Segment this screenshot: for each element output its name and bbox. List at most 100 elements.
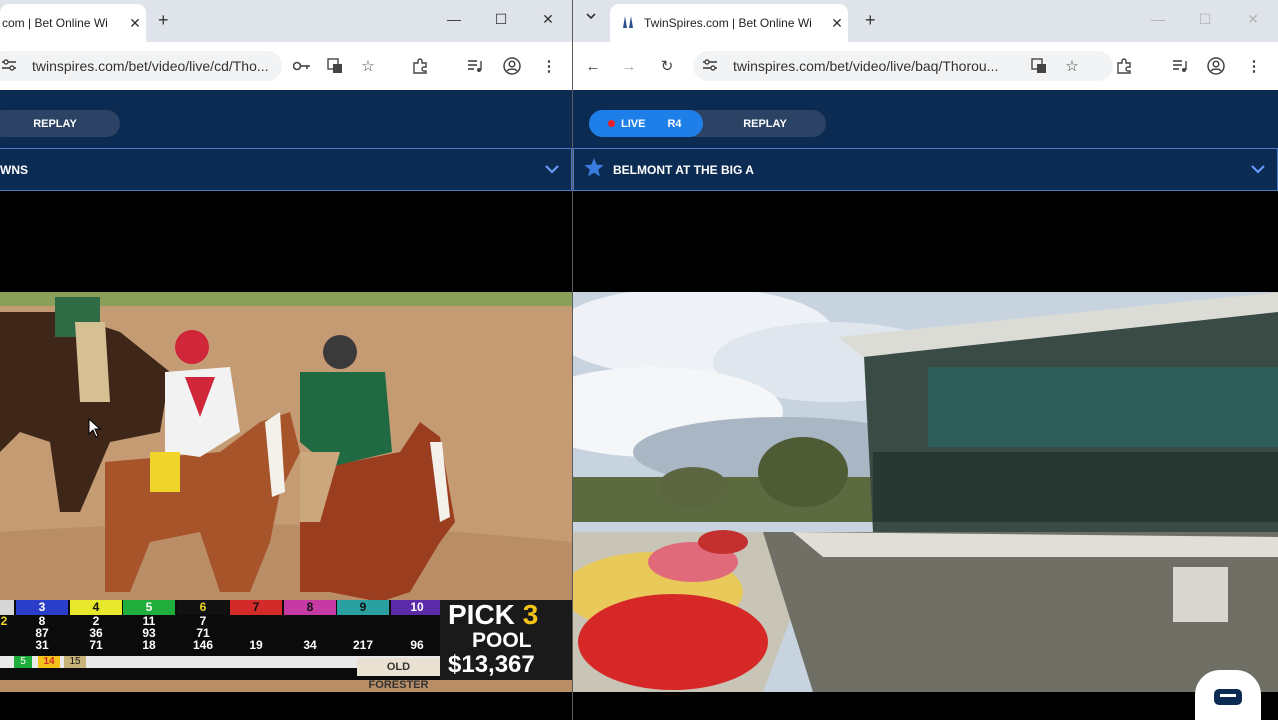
race-number: R4 <box>667 117 682 130</box>
star-icon[interactable]: ☆ <box>1062 56 1082 76</box>
odds-program-number: 10 <box>391 600 443 615</box>
star-icon[interactable]: ☆ <box>358 56 378 76</box>
translate-icon[interactable] <box>325 56 345 76</box>
pool-label: POOL <box>472 629 532 652</box>
odds-column: 10 96 <box>391 600 443 651</box>
chevron-down-icon[interactable] <box>1251 161 1265 179</box>
address-bar[interactable]: twinspires.com/bet/video/live/cd/Tho... <box>0 51 282 81</box>
tab-favicon-icon <box>622 15 644 32</box>
forward-icon[interactable]: → <box>619 56 639 76</box>
race-video-frame <box>573 292 1278 692</box>
tab-strip: com | Bet Online Wi ✕ + — ☐ ✕ <box>0 0 572 42</box>
live-dot-icon <box>608 120 615 127</box>
extensions-icon[interactable] <box>410 56 430 76</box>
odds-cell: 31 <box>35 638 49 652</box>
odds-program-number: 7 <box>230 600 282 615</box>
chat-button[interactable] <box>1195 670 1261 720</box>
sponsor-logo: OLD FORESTER <box>357 658 440 691</box>
odds-program-number: 9 <box>337 600 389 615</box>
track-name: WNS <box>0 162 28 177</box>
player-footer <box>0 692 572 720</box>
odds-column: 5 11 93 18 <box>123 600 175 651</box>
plus-icon[interactable]: + <box>158 11 169 29</box>
odds-program-number: 3 <box>16 600 68 615</box>
replay-label: REPLAY <box>33 117 77 130</box>
odds-cell: 217 <box>352 638 374 652</box>
browser-tab[interactable]: com | Bet Online Wi ✕ <box>0 4 146 42</box>
url-text: twinspires.com/bet/video/live/baq/Thorou… <box>733 58 999 74</box>
odds-cell: 71 <box>89 638 103 652</box>
mouse-cursor-icon <box>88 418 102 438</box>
track-selector[interactable]: BELMONT AT THE BIG A <box>573 148 1278 191</box>
close-window-icon[interactable]: ✕ <box>1243 11 1263 28</box>
chat-icon <box>1214 689 1242 705</box>
reload-icon[interactable]: ↻ <box>657 56 677 76</box>
odds-column: 6 7 71 146 <box>177 600 229 651</box>
order-badge: 14 <box>38 656 60 668</box>
odds-column: 4 2 36 71 <box>70 600 122 651</box>
close-icon[interactable]: ✕ <box>826 15 848 32</box>
media-icon[interactable] <box>1170 56 1190 76</box>
odds-column: 9 217 <box>337 600 389 651</box>
star-icon <box>584 157 604 182</box>
odds-cell: 18 <box>142 638 156 652</box>
maximize-icon[interactable]: ☐ <box>1195 11 1215 28</box>
browser-toolbar: twinspires.com/bet/video/live/cd/Tho... … <box>0 42 572 90</box>
odds-program-number: 6 <box>177 600 229 615</box>
profile-icon[interactable] <box>502 56 522 76</box>
menu-icon[interactable]: ⋮ <box>539 56 559 76</box>
minimize-icon[interactable]: — <box>1148 11 1168 27</box>
odds-cell: 2 <box>0 614 8 628</box>
close-window-icon[interactable]: ✕ <box>538 11 558 28</box>
tab-search-icon[interactable] <box>581 11 601 23</box>
menu-icon[interactable]: ⋮ <box>1244 56 1264 76</box>
site-settings-icon[interactable] <box>2 58 22 74</box>
odds-cell: 96 <box>410 638 424 652</box>
track-name: BELMONT AT THE BIG A <box>613 162 754 177</box>
order-badge: 15 <box>64 656 86 668</box>
replay-button[interactable]: REPLAY <box>0 110 120 137</box>
track-selector[interactable]: WNS <box>0 148 572 191</box>
player-footer <box>573 692 1278 720</box>
chevron-down-icon[interactable] <box>545 161 559 179</box>
replay-button[interactable]: REPLAY <box>723 110 807 137</box>
odds-cell: 146 <box>192 638 214 652</box>
odds-column: 7 19 <box>230 600 282 651</box>
odds-program-number: 8 <box>284 600 336 615</box>
key-icon[interactable] <box>292 56 312 76</box>
browser-toolbar: ← → ↻ twinspires.com/bet/video/live/baq/… <box>573 42 1278 90</box>
replay-label: REPLAY <box>743 117 787 130</box>
browser-tab[interactable]: TwinSpires.com | Bet Online Wi ✕ <box>610 4 848 42</box>
pick-pool-panel: PICK 3 POOL $13,367 <box>440 600 572 680</box>
order-badge: 5 <box>14 656 32 668</box>
odds-cell <box>284 615 336 627</box>
race-video[interactable] <box>573 292 1278 692</box>
odds-program-number <box>0 600 14 615</box>
close-icon[interactable]: ✕ <box>124 15 146 32</box>
left-browser-window: com | Bet Online Wi ✕ + — ☐ ✕ twinspires… <box>0 0 572 720</box>
video-header: REPLAY <box>0 90 572 148</box>
profile-icon[interactable] <box>1206 56 1226 76</box>
pick-title: PICK <box>448 599 515 630</box>
extensions-icon[interactable] <box>1114 56 1134 76</box>
maximize-icon[interactable]: ☐ <box>491 11 511 28</box>
odds-cell: 34 <box>303 638 317 652</box>
site-settings-icon[interactable] <box>703 58 723 74</box>
translate-icon[interactable] <box>1029 56 1049 76</box>
video-header: LIVE R4 REPLAY <box>573 90 1278 148</box>
odds-column: 8 34 <box>284 600 336 651</box>
right-browser-window: TwinSpires.com | Bet Online Wi ✕ + — ☐ ✕… <box>573 0 1278 720</box>
media-icon[interactable] <box>465 56 485 76</box>
odds-program-number: 4 <box>70 600 122 615</box>
plus-icon[interactable]: + <box>865 11 876 29</box>
odds-cell <box>337 615 389 627</box>
back-icon[interactable]: ← <box>583 56 603 76</box>
minimize-icon[interactable]: — <box>444 11 464 27</box>
odds-cell <box>230 615 282 627</box>
odds-program-number: 5 <box>123 600 175 615</box>
odds-board: 2 3 8 87 31 4 2 36 71 5 11 93 18 6 7 71 … <box>0 600 443 691</box>
url-text: twinspires.com/bet/video/live/cd/Tho... <box>32 58 269 74</box>
pick-number: 3 <box>522 599 539 630</box>
live-button[interactable]: LIVE R4 <box>589 110 703 137</box>
address-bar[interactable]: twinspires.com/bet/video/live/baq/Thorou… <box>693 51 1113 81</box>
